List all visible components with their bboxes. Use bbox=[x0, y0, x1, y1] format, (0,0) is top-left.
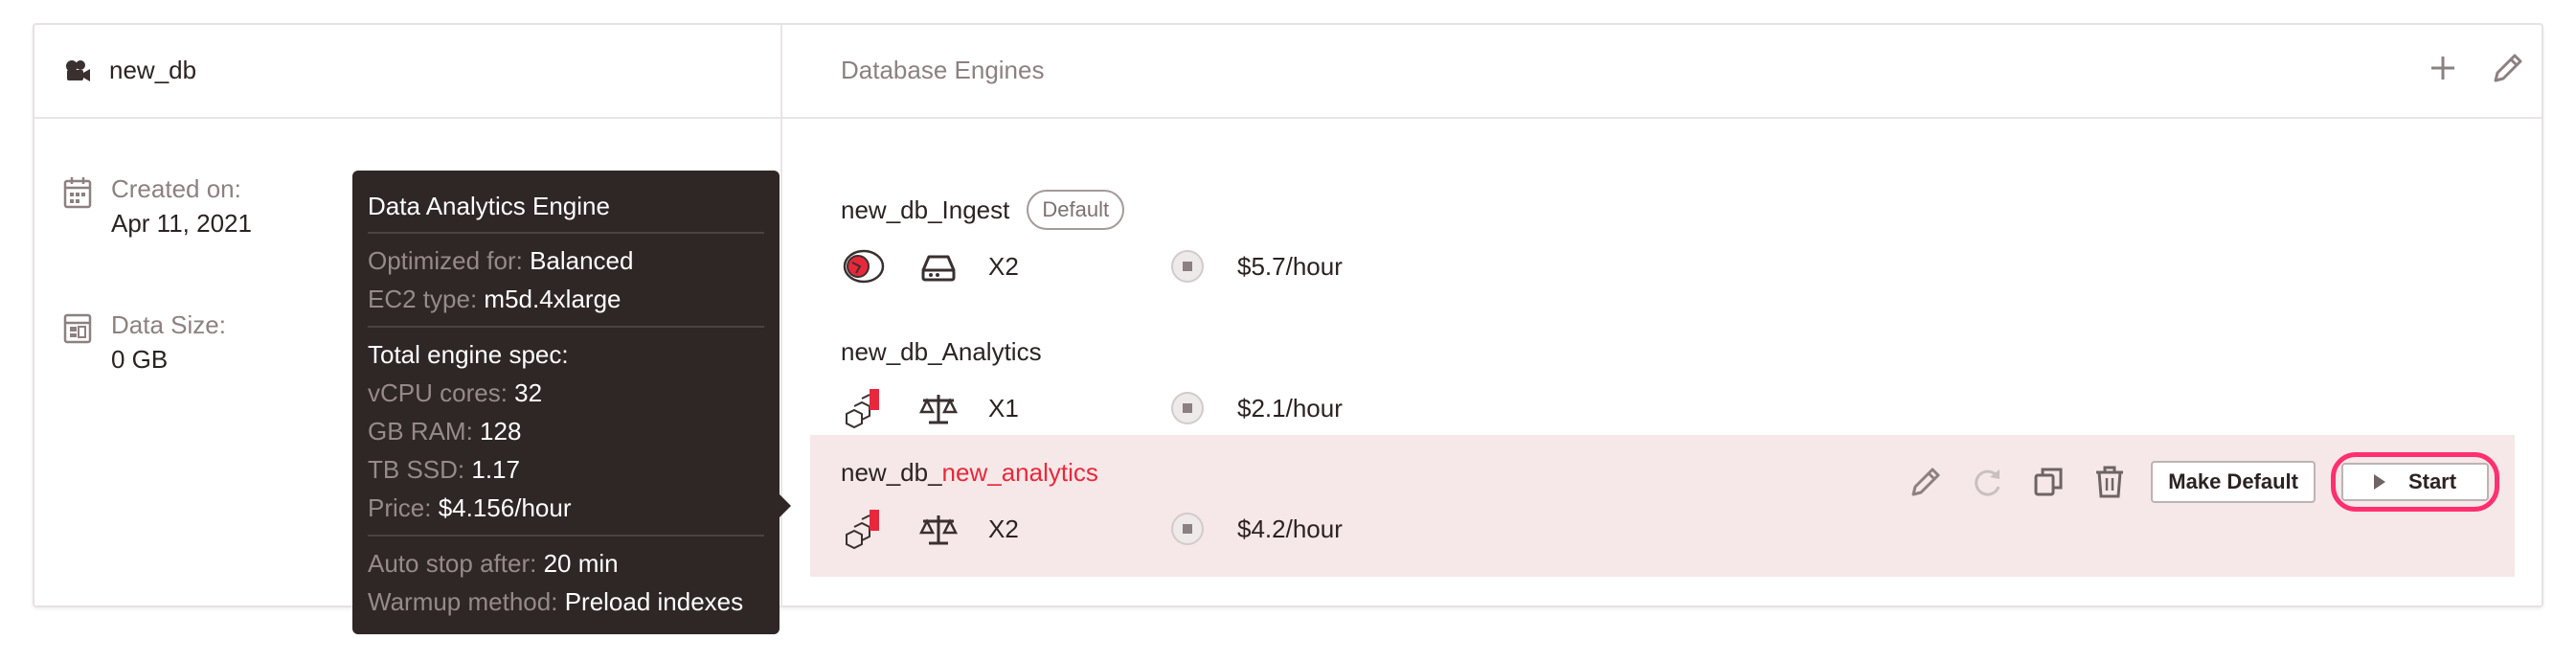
storage-drive-icon bbox=[921, 255, 956, 282]
engine-details: X1 $2.1/hour bbox=[841, 385, 1343, 431]
engine-row-new-analytics[interactable]: new_db_ new_analytics X2 $4.2/hour Make … bbox=[810, 435, 2515, 577]
analytics-cubes-icon bbox=[846, 389, 879, 429]
tooltip-title: Data Analytics Engine bbox=[368, 171, 764, 234]
pencil-icon[interactable] bbox=[2488, 48, 2528, 88]
engine-name-row: new_db_Analytics bbox=[841, 330, 1042, 374]
engine-info-tooltip: Data Analytics Engine Optimized for: Bal… bbox=[352, 171, 791, 634]
engine-price: $4.2/hour bbox=[1237, 514, 1343, 543]
created-on-label: Created on: bbox=[111, 174, 241, 203]
make-default-button[interactable]: Make Default bbox=[2151, 461, 2316, 503]
tooltip-arrow bbox=[780, 494, 791, 517]
engine-name-prefix: new_db_ bbox=[841, 457, 942, 487]
tooltip-ssd: TB SSD: 1.17 bbox=[368, 455, 520, 484]
engine-scale: X1 bbox=[988, 393, 1019, 423]
analytics-cubes-icon bbox=[846, 510, 879, 550]
copy-icon[interactable] bbox=[2028, 462, 2068, 502]
engine-row-ingest[interactable]: new_db_Ingest Default X2 $5.7/hour bbox=[810, 172, 2515, 314]
trash-icon[interactable] bbox=[2090, 462, 2130, 502]
tooltip-ec2: EC2 type: m5d.4xlarge bbox=[368, 285, 621, 313]
tooltip-vcpu: vCPU cores: 32 bbox=[368, 378, 543, 407]
stopped-icon bbox=[1171, 250, 1204, 283]
engines-panel-title: Database Engines bbox=[841, 56, 1045, 84]
balance-scale-icon bbox=[918, 515, 959, 545]
engine-details: X2 $5.7/hour bbox=[841, 243, 1343, 289]
data-size-value: 0 GB bbox=[111, 345, 169, 374]
restart-icon[interactable] bbox=[1967, 462, 2007, 502]
engine-name-row: new_db_ new_analytics bbox=[841, 450, 1098, 494]
engine-name: new_db_Analytics bbox=[841, 336, 1042, 366]
default-badge: Default bbox=[1027, 190, 1125, 230]
tooltip-section-settings: Auto stop after: 20 min Warmup method: P… bbox=[368, 537, 764, 629]
engine-scale: X2 bbox=[988, 514, 1019, 543]
balance-scale-icon bbox=[918, 395, 959, 424]
tooltip-autostop: Auto stop after: 20 min bbox=[368, 549, 619, 578]
header-divider bbox=[34, 117, 2542, 119]
start-button-focus-ring: Start bbox=[2331, 452, 2499, 512]
stopped-icon bbox=[1171, 392, 1204, 424]
play-icon bbox=[2373, 474, 2385, 490]
tooltip-section-spec: Total engine spec: vCPU cores: 32 GB RAM… bbox=[368, 328, 764, 537]
database-camera-icon bbox=[66, 59, 90, 81]
created-on-meta: Created on: Apr 11, 2021 bbox=[63, 172, 252, 241]
data-size-label: Data Size: bbox=[111, 310, 226, 339]
created-on-value: Apr 11, 2021 bbox=[111, 209, 252, 238]
edit-engine-icon[interactable] bbox=[1906, 462, 1946, 502]
engine-row-actions: Make Default Start bbox=[1906, 452, 2499, 512]
tooltip-spec-heading: Total engine spec: bbox=[368, 340, 569, 369]
database-name: new_db bbox=[109, 56, 197, 84]
engine-price: $2.1/hour bbox=[1237, 393, 1343, 423]
tooltip-price: Price: $4.156/hour bbox=[368, 493, 572, 522]
engine-name-highlight: new_analytics bbox=[941, 457, 1098, 487]
ingest-icon bbox=[843, 249, 885, 284]
engine-scale: X2 bbox=[988, 251, 1019, 281]
plus-icon[interactable] bbox=[2423, 48, 2463, 88]
data-size-meta: Data Size: 0 GB bbox=[63, 309, 226, 377]
start-button[interactable]: Start bbox=[2341, 463, 2489, 501]
engine-name: new_db_Ingest bbox=[841, 194, 1010, 224]
tooltip-ram: GB RAM: 128 bbox=[368, 417, 522, 446]
tooltip-optimized: Optimized for: Balanced bbox=[368, 246, 634, 275]
engine-details: X2 $4.2/hour bbox=[841, 506, 1343, 552]
tooltip-warmup: Warmup method: Preload indexes bbox=[368, 587, 744, 616]
engine-name-row: new_db_Ingest Default bbox=[841, 188, 1125, 232]
calendar-icon bbox=[63, 177, 92, 209]
data-size-icon bbox=[63, 313, 92, 344]
engines-panel-actions bbox=[2423, 48, 2528, 88]
start-button-label: Start bbox=[2407, 469, 2457, 493]
column-divider bbox=[780, 25, 782, 606]
stopped-icon bbox=[1171, 513, 1204, 545]
database-header: new_db bbox=[63, 56, 196, 85]
engine-price: $5.7/hour bbox=[1237, 251, 1343, 281]
tooltip-section-type: Optimized for: Balanced EC2 type: m5d.4x… bbox=[368, 234, 764, 328]
